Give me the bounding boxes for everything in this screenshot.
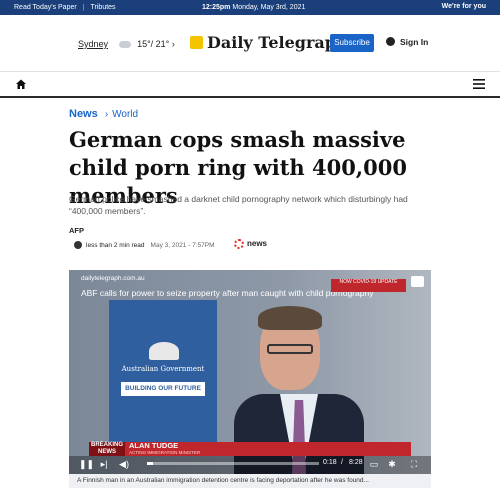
top-link-divider: | [82, 4, 85, 11]
logo-text: Daily Telegraph [207, 33, 348, 52]
current-time: 12:25pm [202, 4, 231, 11]
captions-icon[interactable]: ▭ [369, 459, 379, 469]
tributes-link[interactable]: Tributes [91, 4, 116, 11]
brand-tagline: We're for you [441, 3, 486, 10]
speaker-hair [258, 306, 322, 330]
current-playback-time: 0:18 [323, 459, 337, 466]
home-icon[interactable] [15, 78, 27, 90]
video-progress-bar[interactable] [147, 462, 319, 465]
video-caption: A Finnish man in an Australian immigrati… [69, 474, 431, 488]
share-icon[interactable] [411, 276, 424, 287]
speaker-role: ACTING IMMIGRATION MINISTER [129, 450, 201, 455]
current-datetime: 12:25pm Monday, May 3rd, 2021 [202, 4, 305, 11]
sign-in-label: Sign In [400, 37, 429, 47]
video-title[interactable]: ABF calls for power to seize property af… [81, 288, 373, 298]
chevron-right-icon[interactable]: › [172, 39, 175, 49]
live-badge: NOW COVID-19 UPDATE [331, 279, 406, 292]
breadcrumb-subsection[interactable]: World [112, 109, 138, 120]
nav-bar [0, 72, 500, 98]
publisher-logo: news [234, 239, 267, 249]
news-corp-icon [234, 239, 244, 249]
video-player[interactable]: Australian Government BUILDING OUR FUTUR… [69, 270, 431, 474]
breaking-news-tag: BREAKING NEWS [89, 442, 125, 456]
next-icon[interactable]: ▸| [99, 459, 109, 469]
current-date: Monday, May 3rd, 2021 [232, 4, 306, 11]
fullscreen-icon[interactable]: ⛶ [409, 459, 419, 469]
speaker-glasses [267, 344, 313, 354]
breadcrumb: News › World [69, 108, 138, 120]
breadcrumb-chevron-icon: › [104, 109, 109, 120]
logo-mark-icon [190, 36, 203, 49]
settings-gear-icon[interactable]: ✱ [387, 459, 397, 469]
cloud-icon [118, 41, 131, 49]
breadcrumb-section[interactable]: News [69, 108, 98, 120]
masthead: Sydney 15°/ 21° › Daily Telegraph Subscr… [0, 15, 500, 72]
clock-icon [74, 241, 82, 249]
sign-in-button[interactable]: Sign In [386, 37, 428, 47]
read-time: less than 2 min read [86, 242, 145, 249]
video-site: dailytelegraph.com.au [81, 275, 145, 282]
time-separator: / [341, 459, 343, 466]
volume-icon[interactable]: ◀) [119, 459, 129, 469]
top-bar: Read Today's Paper | Tributes 12:25pm Mond… [0, 0, 500, 15]
gov-banner [109, 300, 217, 450]
coat-of-arms-icon [149, 342, 179, 360]
weather-widget[interactable]: Sydney 15°/ 21° › [78, 39, 175, 49]
speaker-name: ALAN TUDGE [129, 441, 179, 450]
article-byline[interactable]: AFP [69, 226, 84, 235]
gov-banner-text: Australian Government [121, 365, 205, 373]
top-links: Read Today's Paper | Tributes [14, 4, 116, 11]
video-progress-fill [147, 462, 154, 465]
hamburger-menu-icon[interactable] [473, 79, 485, 89]
article-meta: less than 2 min read May 3, 2021 - 7:57PM [74, 241, 215, 249]
user-icon [386, 37, 395, 46]
subscribe-button[interactable]: Subscribe [330, 34, 374, 52]
pause-icon[interactable]: ❚❚ [79, 459, 94, 469]
video-duration: 8:28 [349, 459, 363, 466]
weather-temps: 15°/ 21° [137, 39, 170, 49]
article-standfirst: German police have smashed a darknet chi… [69, 194, 408, 216]
site-logo[interactable]: Daily Telegraph [190, 33, 348, 52]
gov-banner-slogan: BUILDING OUR FUTURE [121, 382, 205, 396]
read-todays-paper-link[interactable]: Read Today's Paper [14, 4, 77, 11]
weather-city[interactable]: Sydney [78, 39, 108, 49]
published-date: May 3, 2021 - 7:57PM [150, 242, 215, 249]
publisher-name: news [247, 239, 268, 248]
